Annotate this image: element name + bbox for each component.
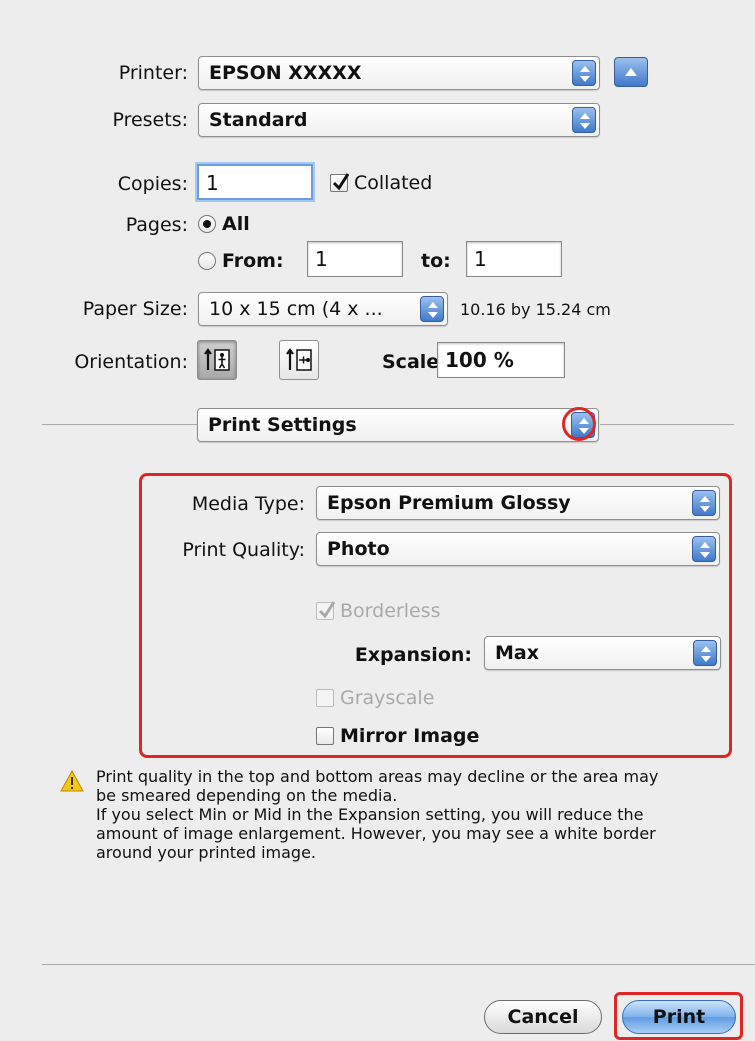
paper-size-label: Paper Size: (82, 298, 188, 320)
mirror-image-checkbox[interactable] (316, 727, 334, 745)
expansion-value: Max (495, 642, 539, 664)
pages-all-label: All (222, 213, 250, 235)
paper-size-value: 10 x 15 cm (4 x ... (209, 298, 383, 320)
panel-popup[interactable]: Print Settings (197, 408, 599, 442)
panel-value: Print Settings (208, 414, 357, 436)
warning-line: Print quality in the top and bottom area… (96, 767, 659, 786)
collated-label: Collated (354, 172, 433, 194)
printer-label: Printer: (118, 62, 188, 84)
radio-selected-icon (203, 220, 211, 228)
pages-from-radio[interactable] (198, 252, 216, 270)
warning-message: Print quality in the top and bottom area… (96, 767, 736, 862)
pages-all-radio[interactable] (198, 215, 216, 233)
media-type-label: Media Type: (191, 493, 305, 515)
print-button[interactable]: Print (622, 1000, 736, 1034)
separator-right (600, 424, 734, 425)
warning-line: around your printed image. (96, 843, 317, 862)
media-type-value: Epson Premium Glossy (327, 492, 571, 514)
printer-value: EPSON XXXXX (209, 62, 362, 84)
disclosure-up-icon (625, 68, 637, 76)
print-quality-value: Photo (327, 538, 390, 560)
paper-size-popup[interactable]: 10 x 15 cm (4 x ... (198, 292, 448, 326)
separator-left (42, 424, 197, 425)
borderless-checkbox[interactable] (316, 601, 336, 620)
pages-from-value: 1 (315, 247, 328, 271)
copies-label: Copies: (117, 173, 188, 195)
print-quality-label: Print Quality: (182, 539, 305, 561)
pages-to-value: 1 (474, 247, 487, 271)
checkmark-icon (318, 601, 336, 619)
popup-arrows-icon (693, 640, 717, 666)
popup-arrows-icon (572, 60, 596, 86)
presets-popup[interactable]: Standard (198, 103, 600, 137)
pages-to-field[interactable]: 1 (466, 241, 562, 277)
warning-line: amount of image enlargement. However, yo… (96, 824, 656, 843)
orientation-portrait-button[interactable] (197, 340, 237, 380)
orientation-landscape-button[interactable] (279, 340, 319, 380)
mirror-image-label: Mirror Image (340, 725, 480, 747)
print-quality-popup[interactable]: Photo (316, 532, 720, 566)
popup-arrows-icon (572, 107, 596, 133)
pages-from-field[interactable]: 1 (307, 241, 403, 277)
presets-label: Presets: (112, 109, 188, 131)
separator-bottom (42, 964, 755, 965)
expansion-popup[interactable]: Max (484, 636, 721, 670)
popup-arrows-icon (692, 490, 716, 516)
borderless-label: Borderless (340, 600, 441, 622)
grayscale-label: Grayscale (340, 687, 435, 709)
print-dialog: Printer: EPSON XXXXX Presets: Standard C… (0, 0, 755, 1041)
landscape-orientation-icon (286, 348, 312, 371)
popup-arrows-icon (692, 536, 716, 562)
printer-popup[interactable]: EPSON XXXXX (198, 56, 600, 90)
panel-arrows-highlight (562, 407, 596, 441)
collated-checkbox[interactable] (330, 173, 350, 192)
checkmark-icon (332, 173, 350, 191)
warning-line: If you select Min or Mid in the Expansio… (96, 805, 644, 824)
copies-value: 1 (206, 171, 219, 195)
warning-icon (60, 770, 84, 792)
scale-value: 100 % (445, 348, 514, 372)
pages-to-label: to: (421, 250, 451, 272)
copies-field[interactable]: 1 (197, 164, 313, 200)
cancel-button[interactable]: Cancel (484, 1000, 602, 1034)
pages-from-label: From: (222, 250, 284, 272)
media-type-popup[interactable]: Epson Premium Glossy (316, 486, 720, 520)
paper-dimensions: 10.16 by 15.24 cm (460, 300, 611, 319)
popup-arrows-icon (420, 296, 444, 322)
scale-field[interactable]: 100 % (437, 342, 565, 378)
warning-line: be smeared depending on the media. (96, 786, 398, 805)
presets-value: Standard (209, 109, 308, 131)
grayscale-checkbox[interactable] (316, 689, 334, 707)
expansion-label: Expansion: (354, 644, 472, 666)
orientation-label: Orientation: (74, 351, 188, 373)
pages-label: Pages: (125, 214, 188, 236)
portrait-orientation-icon (204, 348, 230, 371)
collapse-details-button[interactable] (614, 57, 648, 87)
